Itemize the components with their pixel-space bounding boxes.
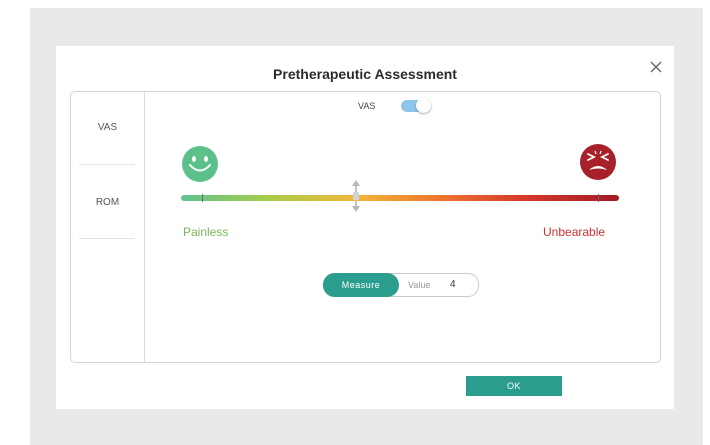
measure-button[interactable]: Measure: [323, 273, 399, 297]
smiling-face-icon: [181, 145, 219, 183]
pain-scale-bar[interactable]: [181, 195, 619, 201]
toggle-knob: [416, 98, 431, 113]
vas-toggle[interactable]: [401, 98, 431, 113]
assessment-sidebar: VAS ROM: [71, 92, 145, 362]
sidebar-item-vas[interactable]: VAS: [71, 122, 144, 133]
ok-button[interactable]: OK: [466, 376, 562, 396]
close-icon[interactable]: [648, 59, 664, 75]
scale-tick: [598, 194, 599, 202]
sidebar-item-rom[interactable]: ROM: [71, 197, 144, 208]
assessment-panel: VAS ROM VAS Painless Unbearable Measure …: [70, 91, 661, 363]
measure-control: Measure Value 4: [323, 273, 479, 297]
screaming-face-icon: [579, 143, 617, 181]
assessment-dialog: Pretherapeutic Assessment VAS ROM VAS Pa…: [56, 46, 674, 409]
vas-toggle-label: VAS: [358, 101, 376, 111]
scale-slider-handle[interactable]: [351, 180, 361, 212]
value-readout[interactable]: 4: [450, 274, 456, 296]
scale-tick: [202, 194, 203, 202]
sidebar-divider: [79, 164, 135, 165]
dialog-title: Pretherapeutic Assessment: [273, 66, 457, 82]
scale-min-label: Painless: [183, 225, 229, 239]
scale-max-label: Unbearable: [543, 225, 606, 239]
sidebar-divider: [79, 238, 135, 239]
value-label: Value: [408, 280, 431, 290]
